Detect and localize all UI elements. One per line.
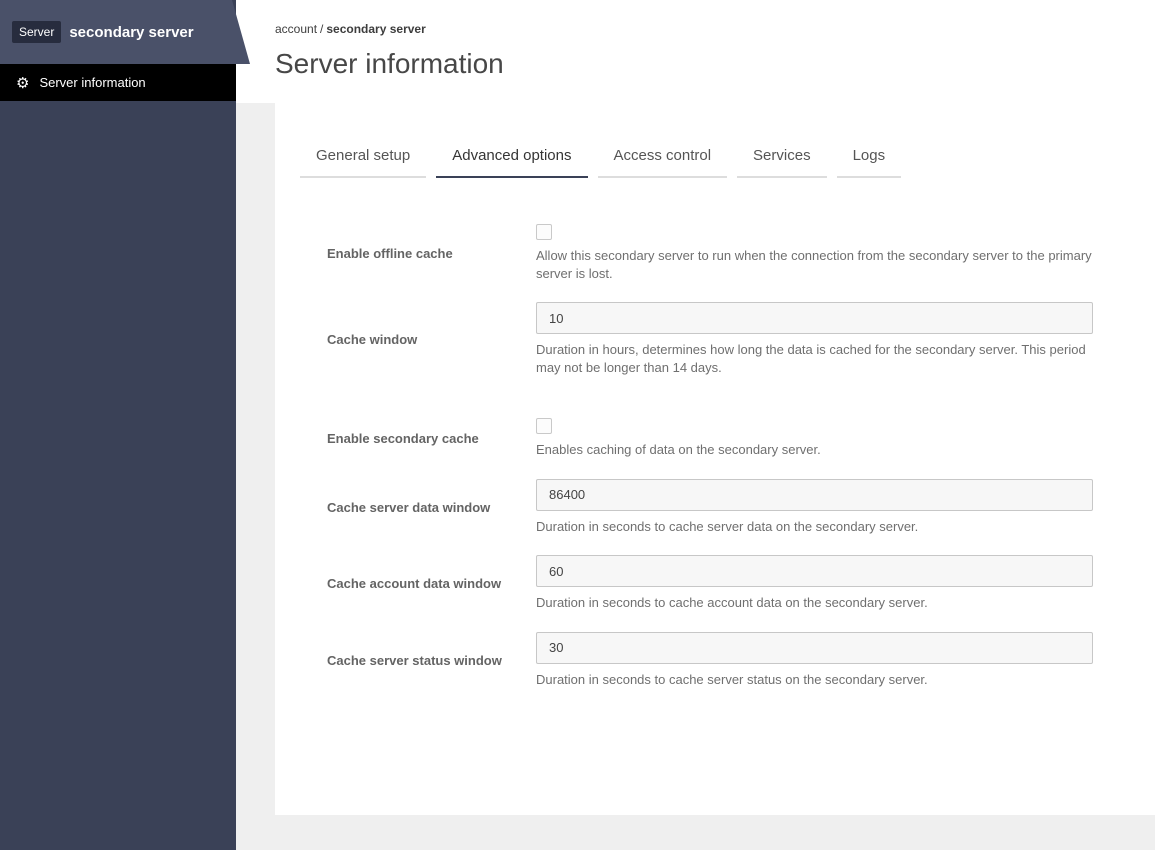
page-title: Server information (275, 48, 504, 79)
form-row-cache-server-data-window: Cache server data window Duration in sec… (300, 478, 1155, 536)
field-label: Cache server status window (327, 652, 502, 668)
advanced-options-form: Enable offline cache Allow this secondar… (300, 224, 1155, 688)
field-description: Duration in seconds to cache account dat… (536, 595, 928, 611)
form-row-cache-window: Cache window Duration in hours, determin… (300, 302, 1155, 376)
field-description: Duration in seconds to cache server data… (536, 518, 919, 534)
gear-icon: ⚙ (16, 74, 30, 92)
main-area: account / secondary server Server informat… (236, 0, 1155, 850)
field-description: Enables caching of data on the secondary… (536, 442, 821, 458)
field-control: Duration in seconds to cache server data… (536, 478, 1155, 536)
field-label: Enable secondary cache (327, 430, 479, 446)
breadcrumb-current: secondary server (326, 22, 426, 36)
form-row-cache-account-data-window: Cache account data window Duration in se… (300, 555, 1155, 612)
sidebar-item-server-information[interactable]: ⚙ Server information (0, 64, 236, 101)
sidebar: Server secondary server ⚙ Server informa… (0, 0, 236, 850)
breadcrumb-separator: / (320, 22, 324, 36)
cache-account-data-window-input[interactable] (536, 555, 1093, 588)
sidebar-header: Server secondary server (0, 0, 250, 64)
field-label: Cache window (327, 331, 418, 347)
field-description: Duration in hours, determines how long t… (536, 342, 1086, 375)
form-row-enable-offline-cache: Enable offline cache Allow this secondar… (300, 224, 1155, 282)
cache-window-input[interactable] (536, 302, 1093, 335)
tab-bar: General setup Advanced options Access co… (300, 147, 1155, 178)
field-label: Cache account data window (327, 576, 502, 592)
cache-server-data-window-input[interactable] (536, 478, 1093, 511)
field-control: Duration in hours, determines how long t… (536, 302, 1155, 376)
enable-offline-cache-checkbox[interactable] (536, 224, 552, 240)
server-badge: Server (12, 21, 61, 43)
field-label: Cache server data window (327, 499, 491, 515)
field-description: Allow this secondary server to run when … (536, 248, 1092, 281)
main-header: account / secondary server Server informat… (236, 0, 1155, 103)
field-description: Duration in seconds to cache server stat… (536, 671, 928, 687)
tab-logs[interactable]: Logs (836, 147, 902, 178)
form-row-cache-server-status-window: Cache server status window Duration in s… (300, 631, 1155, 689)
form-row-enable-secondary-cache: Enable secondary cache Enables caching o… (300, 418, 1155, 459)
tab-access-control[interactable]: Access control (597, 147, 728, 178)
breadcrumb-account-link[interactable]: account (275, 22, 317, 36)
field-control: Duration in seconds to cache server stat… (536, 631, 1155, 689)
sidebar-server-title: secondary server (69, 23, 194, 41)
tab-services[interactable]: Services (737, 147, 827, 178)
sidebar-item-label: Server information (39, 75, 146, 90)
field-control: Enables caching of data on the secondary… (536, 418, 1155, 459)
enable-secondary-cache-checkbox[interactable] (536, 418, 552, 435)
field-label: Enable offline cache (327, 245, 453, 261)
tab-advanced-options[interactable]: Advanced options (436, 147, 588, 178)
server-information-card: General setup Advanced options Access co… (275, 103, 1155, 815)
content-backdrop: General setup Advanced options Access co… (236, 103, 1155, 850)
field-control: Allow this secondary server to run when … (536, 224, 1155, 282)
tab-general-setup[interactable]: General setup (300, 147, 427, 178)
breadcrumb: account / secondary server (275, 22, 1155, 36)
cache-server-status-window-input[interactable] (536, 631, 1093, 664)
app-window: Server secondary server ⚙ Server informa… (0, 0, 1155, 850)
field-control: Duration in seconds to cache account dat… (536, 555, 1155, 612)
